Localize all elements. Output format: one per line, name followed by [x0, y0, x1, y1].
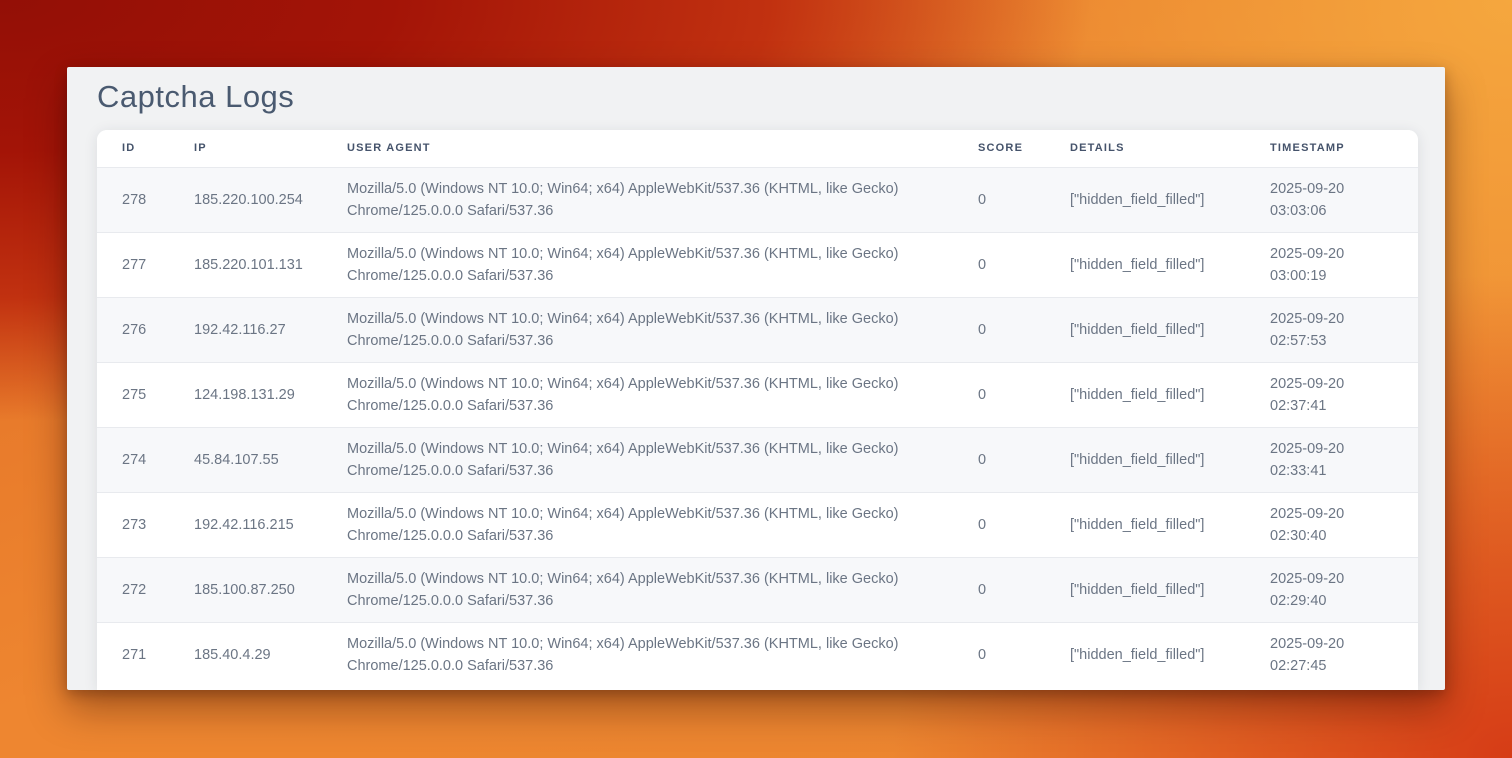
cell-user-agent: Mozilla/5.0 (Windows NT 10.0; Win64; x64…	[347, 167, 978, 232]
captcha-logs-card: Captcha Logs ID IP USER AGENT SCORE DETA…	[67, 67, 1445, 690]
cell-timestamp: 2025-09-20 02:57:53	[1270, 297, 1418, 362]
cell-details: ["hidden_field_filled"]	[1070, 232, 1270, 297]
cell-ip: 185.220.101.131	[194, 232, 347, 297]
table-row: 271 185.40.4.29 Mozilla/5.0 (Windows NT …	[97, 622, 1418, 687]
table-row: 278 185.220.100.254 Mozilla/5.0 (Windows…	[97, 167, 1418, 232]
cell-ip: 124.198.131.29	[194, 362, 347, 427]
cell-ip: 185.100.87.250	[194, 557, 347, 622]
cell-id: 278	[97, 167, 194, 232]
cell-user-agent: Mozilla/5.0 (Windows NT 10.0; Win64; x64…	[347, 232, 978, 297]
cell-timestamp: 2025-09-20 03:00:19	[1270, 232, 1418, 297]
cell-id: 272	[97, 557, 194, 622]
cell-score: 0	[978, 557, 1070, 622]
column-header-score: SCORE	[978, 130, 1070, 167]
cell-ip: 192.42.116.215	[194, 492, 347, 557]
column-header-timestamp: TIMESTAMP	[1270, 130, 1418, 167]
cell-details: ["hidden_field_filled"]	[1070, 492, 1270, 557]
cell-user-agent: Mozilla/5.0 (Windows NT 10.0; Win64; x64…	[347, 362, 978, 427]
cell-id: 276	[97, 297, 194, 362]
cell-timestamp: 2025-09-20 02:29:40	[1270, 557, 1418, 622]
cell-ip: 185.40.4.29	[194, 622, 347, 687]
cell-score: 0	[978, 167, 1070, 232]
table-header-row: ID IP USER AGENT SCORE DETAILS TIMESTAMP	[97, 130, 1418, 167]
cell-user-agent: Mozilla/5.0 (Windows NT 10.0; Win64; x64…	[347, 297, 978, 362]
cell-score: 0	[978, 232, 1070, 297]
table-row: 274 45.84.107.55 Mozilla/5.0 (Windows NT…	[97, 427, 1418, 492]
table-body: 278 185.220.100.254 Mozilla/5.0 (Windows…	[97, 167, 1418, 687]
cell-timestamp: 2025-09-20 02:27:45	[1270, 622, 1418, 687]
table-row: 272 185.100.87.250 Mozilla/5.0 (Windows …	[97, 557, 1418, 622]
cell-id: 273	[97, 492, 194, 557]
cell-id: 274	[97, 427, 194, 492]
cell-id: 275	[97, 362, 194, 427]
table-row: 277 185.220.101.131 Mozilla/5.0 (Windows…	[97, 232, 1418, 297]
column-header-details: DETAILS	[1070, 130, 1270, 167]
captcha-logs-table: ID IP USER AGENT SCORE DETAILS TIMESTAMP…	[97, 130, 1418, 690]
cell-score: 0	[978, 622, 1070, 687]
cell-details: ["hidden_field_filled"]	[1070, 557, 1270, 622]
cell-details: ["hidden_field_filled"]	[1070, 427, 1270, 492]
cell-user-agent: Mozilla/5.0 (Windows NT 10.0; Win64; x64…	[347, 557, 978, 622]
cell-ip: 185.220.100.254	[194, 167, 347, 232]
cell-details: ["hidden_field_filled"]	[1070, 622, 1270, 687]
page-title: Captcha Logs	[97, 79, 1445, 115]
cell-timestamp: 2025-09-20 02:37:41	[1270, 362, 1418, 427]
logs-table: ID IP USER AGENT SCORE DETAILS TIMESTAMP…	[97, 130, 1418, 687]
cell-timestamp: 2025-09-20 02:30:40	[1270, 492, 1418, 557]
cell-timestamp: 2025-09-20 02:33:41	[1270, 427, 1418, 492]
cell-user-agent: Mozilla/5.0 (Windows NT 10.0; Win64; x64…	[347, 622, 978, 687]
table-row: 273 192.42.116.215 Mozilla/5.0 (Windows …	[97, 492, 1418, 557]
cell-id: 271	[97, 622, 194, 687]
cell-score: 0	[978, 362, 1070, 427]
cell-id: 277	[97, 232, 194, 297]
column-header-id: ID	[97, 130, 194, 167]
cell-timestamp: 2025-09-20 03:03:06	[1270, 167, 1418, 232]
cell-details: ["hidden_field_filled"]	[1070, 297, 1270, 362]
cell-score: 0	[978, 297, 1070, 362]
table-row: 275 124.198.131.29 Mozilla/5.0 (Windows …	[97, 362, 1418, 427]
cell-user-agent: Mozilla/5.0 (Windows NT 10.0; Win64; x64…	[347, 492, 978, 557]
cell-details: ["hidden_field_filled"]	[1070, 167, 1270, 232]
cell-ip: 45.84.107.55	[194, 427, 347, 492]
cell-score: 0	[978, 427, 1070, 492]
table-row: 276 192.42.116.27 Mozilla/5.0 (Windows N…	[97, 297, 1418, 362]
cell-user-agent: Mozilla/5.0 (Windows NT 10.0; Win64; x64…	[347, 427, 978, 492]
cell-ip: 192.42.116.27	[194, 297, 347, 362]
column-header-ip: IP	[194, 130, 347, 167]
cell-score: 0	[978, 492, 1070, 557]
cell-details: ["hidden_field_filled"]	[1070, 362, 1270, 427]
column-header-user-agent: USER AGENT	[347, 130, 978, 167]
